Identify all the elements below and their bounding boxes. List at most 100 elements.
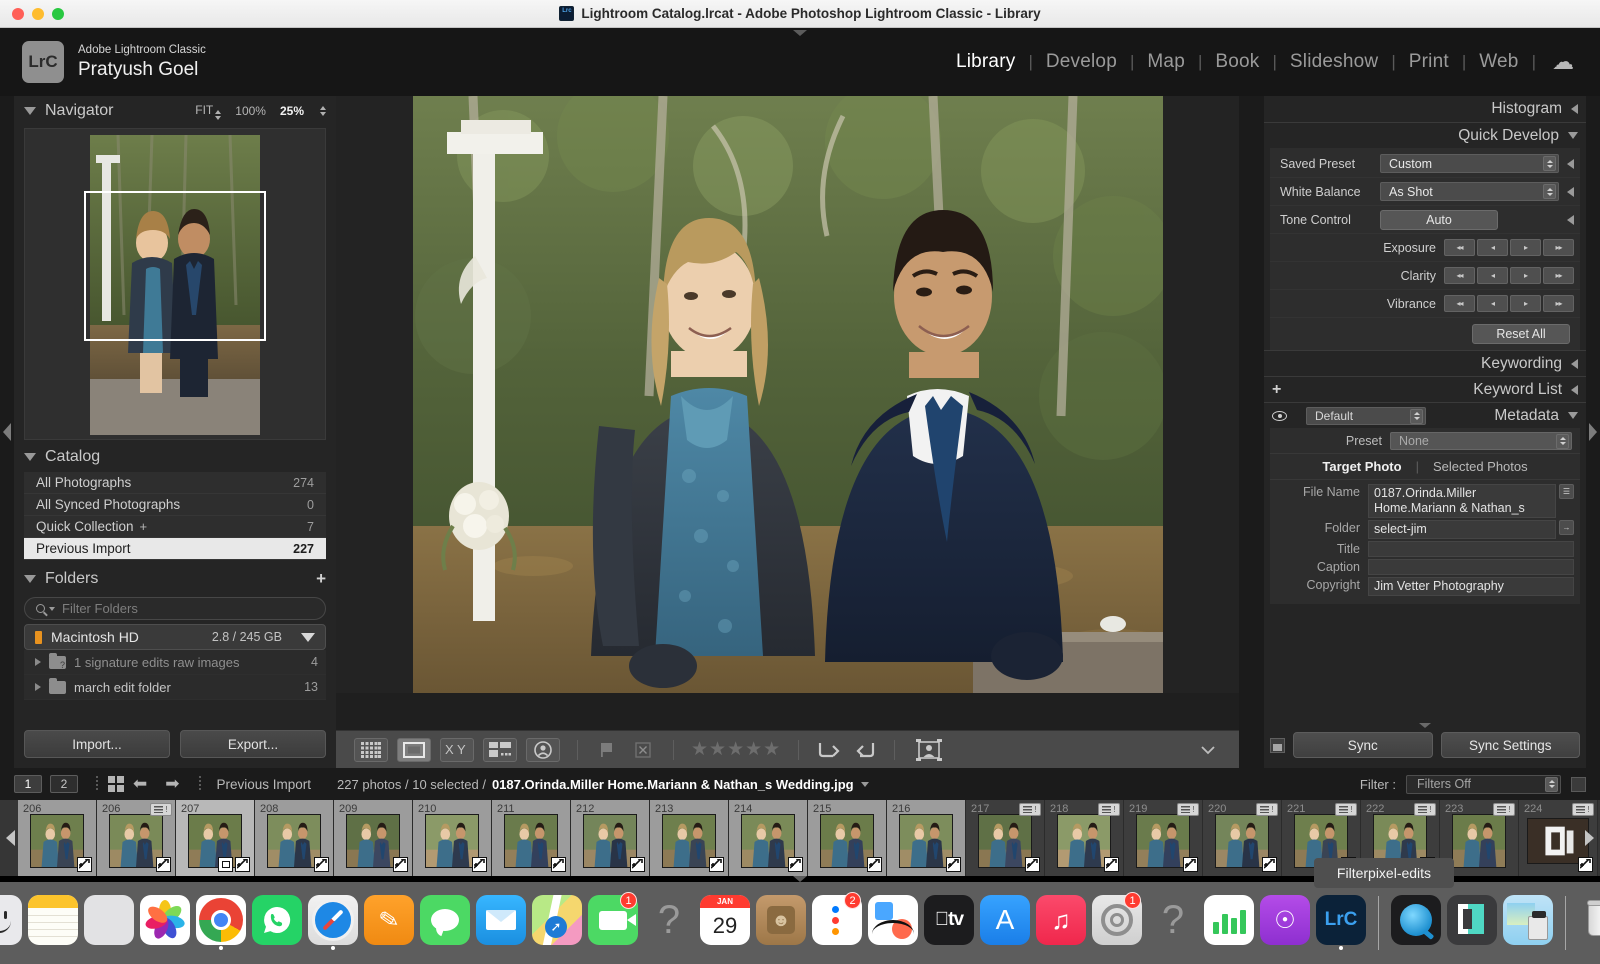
thumbnail-metadata-badge[interactable]: ! xyxy=(1019,803,1041,816)
sync-button[interactable]: Sync xyxy=(1293,732,1433,758)
module-library[interactable]: Library xyxy=(943,51,1028,73)
field-value[interactable] xyxy=(1368,541,1574,557)
add-keyword-icon[interactable]: + xyxy=(1272,381,1281,399)
toolbar-chevron-down-icon[interactable] xyxy=(1195,745,1221,755)
tab-selected-photos[interactable]: Selected Photos xyxy=(1433,459,1528,474)
forward-arrow-icon[interactable]: ➡ xyxy=(165,774,179,794)
dock-item-settings[interactable]: 1 xyxy=(1091,891,1143,955)
import-button[interactable]: Import... xyxy=(24,730,170,758)
expand-triangle-icon[interactable] xyxy=(35,683,41,691)
stepper-icon[interactable] xyxy=(1545,776,1558,792)
dock-item-maps[interactable]: ➚ xyxy=(531,891,583,955)
filmstrip-scroll-right-icon[interactable] xyxy=(1585,830,1594,846)
field-value[interactable] xyxy=(1368,559,1574,575)
dock-item-photos[interactable] xyxy=(139,891,191,955)
eye-icon[interactable] xyxy=(1272,410,1287,421)
exposure-decrease-large[interactable]: ◂◂ xyxy=(1444,239,1475,256)
collapse-triangle-icon[interactable] xyxy=(24,575,36,583)
right-panel-collapse-arrow[interactable] xyxy=(1589,423,1597,441)
vibrance-decrease-small[interactable]: ◂ xyxy=(1477,295,1508,312)
dock-item-contacts[interactable]: ☻ xyxy=(755,891,807,955)
vibrance-decrease-large[interactable]: ◂◂ xyxy=(1444,295,1475,312)
compare-view-icon[interactable]: XY xyxy=(440,737,474,762)
keywording-header[interactable]: Keywording xyxy=(1264,350,1586,376)
left-panel-collapse-arrow[interactable] xyxy=(3,423,11,441)
sync-settings-button[interactable]: Sync Settings xyxy=(1440,732,1580,758)
dock-item-filterpixel[interactable] xyxy=(1446,891,1498,955)
thumbnail-metadata-badge[interactable]: ! xyxy=(1414,803,1436,816)
dock-item-freeform[interactable] xyxy=(867,891,919,955)
catalog-item-previous-import[interactable]: Previous Import 227 xyxy=(24,538,326,560)
filmstrip-thumbnail[interactable]: 211 xyxy=(492,800,571,876)
dock-item-music[interactable]: ♫ xyxy=(1035,891,1087,955)
tab-target-photo[interactable]: Target Photo xyxy=(1322,459,1401,474)
quick-collection-plus-icon[interactable]: + xyxy=(140,519,148,534)
navigator-header[interactable]: Navigator FIT 100% 25% xyxy=(14,96,336,126)
clarity-decrease-large[interactable]: ◂◂ xyxy=(1444,267,1475,284)
screen-2-button[interactable]: 2 xyxy=(50,775,78,793)
identity-plate[interactable]: LrC Adobe Lightroom Classic Pratyush Goe… xyxy=(22,41,206,83)
collapse-triangle-icon[interactable] xyxy=(1571,358,1578,369)
survey-view-icon[interactable] xyxy=(483,737,517,762)
reset-arrow-icon[interactable] xyxy=(1567,214,1574,225)
thumbnail-metadata-badge[interactable]: ! xyxy=(150,803,172,816)
thumbnail-develop-badge[interactable] xyxy=(867,857,882,872)
thumbnail-metadata-badge[interactable]: ! xyxy=(1177,803,1199,816)
catalog-item-all-synced-photographs[interactable]: All Synced Photographs 0 xyxy=(24,494,326,516)
go-to-folder-icon[interactable]: → xyxy=(1559,520,1574,535)
dock-item-launchpad[interactable] xyxy=(83,891,135,955)
filmstrip-thumbnail[interactable]: 209 xyxy=(334,800,413,876)
exposure-increase-small[interactable]: ▸ xyxy=(1510,239,1541,256)
clarity-adjust-buttons[interactable]: ◂◂ ◂ ▸ ▸▸ xyxy=(1444,267,1574,284)
chevron-down-icon[interactable] xyxy=(49,606,55,611)
filmstrip-thumbnail[interactable]: 216 xyxy=(887,800,966,876)
people-view-icon[interactable] xyxy=(526,737,560,762)
thumbnail-metadata-badge[interactable]: ! xyxy=(1335,803,1357,816)
loupe-view-icon[interactable] xyxy=(397,737,431,762)
module-slideshow[interactable]: Slideshow xyxy=(1277,51,1391,73)
reset-arrow-icon[interactable] xyxy=(1567,158,1574,169)
reject-flag-icon[interactable] xyxy=(630,741,656,758)
metadata-preset-select[interactable]: None xyxy=(1390,431,1572,450)
filter-select[interactable]: Filters Off xyxy=(1406,774,1561,794)
reset-arrow-icon[interactable] xyxy=(1567,186,1574,197)
thumbnail-develop-badge[interactable] xyxy=(235,857,250,872)
navigator-zoom-controls[interactable]: FIT 100% 25% xyxy=(195,103,326,120)
dock-item-reminders[interactable]: 2 xyxy=(811,891,863,955)
filmstrip-thumbnail[interactable]: 218! xyxy=(1045,800,1124,876)
collapse-triangle-icon[interactable] xyxy=(1568,412,1578,419)
module-map[interactable]: Map xyxy=(1134,51,1198,73)
dock-item-notes[interactable] xyxy=(27,891,79,955)
dock-item-messages[interactable] xyxy=(419,891,471,955)
field-value[interactable]: 0187.Orinda.Miller Home.Mariann & Nathan… xyxy=(1368,484,1556,518)
grid-view-icon[interactable] xyxy=(354,737,388,762)
screen-1-button[interactable]: 1 xyxy=(14,775,42,793)
filmstrip-thumbnail[interactable]: 220! xyxy=(1203,800,1282,876)
right-panel-scroll-caret[interactable] xyxy=(1419,723,1431,728)
clarity-increase-small[interactable]: ▸ xyxy=(1510,267,1541,284)
vibrance-increase-large[interactable]: ▸▸ xyxy=(1543,295,1574,312)
filmstrip-thumbnail[interactable]: 212 xyxy=(571,800,650,876)
module-print[interactable]: Print xyxy=(1396,51,1462,73)
thumbnail-develop-badge[interactable] xyxy=(788,857,803,872)
dock-item-chrome[interactable] xyxy=(195,891,247,955)
field-value[interactable]: select-jim xyxy=(1368,520,1556,539)
filmstrip-thumbnail[interactable]: 217! xyxy=(966,800,1045,876)
filmstrip-thumbnail[interactable]: 206! xyxy=(97,800,176,876)
module-picker[interactable]: Library | Develop | Map | Book | Slidesh… xyxy=(943,49,1574,75)
go-to-file-icon[interactable]: ☰ xyxy=(1559,484,1574,499)
thumbnail-develop-badge[interactable] xyxy=(1578,857,1593,872)
thumbnail-develop-badge[interactable] xyxy=(393,857,408,872)
vibrance-increase-small[interactable]: ▸ xyxy=(1510,295,1541,312)
volume-macintosh-hd[interactable]: Macintosh HD 2.8 / 245 GB xyxy=(24,624,326,650)
metadata-header[interactable]: Default Metadata xyxy=(1264,402,1586,428)
exposure-increase-large[interactable]: ▸▸ xyxy=(1543,239,1574,256)
back-arrow-icon[interactable]: ⬅ xyxy=(133,774,147,794)
thumbnail-crop-badge[interactable] xyxy=(218,857,233,872)
macos-dock[interactable]: ✎ ➚ 1? JAN29☻ 2 tvA♫ 1? ☉LrC xyxy=(0,882,1600,964)
thumbnail-develop-badge[interactable] xyxy=(1262,857,1277,872)
dock-item-podcasts[interactable]: ☉ xyxy=(1259,891,1311,955)
catalog-header[interactable]: Catalog xyxy=(14,442,336,472)
collapse-triangle-icon[interactable] xyxy=(24,453,36,461)
dock-item-calendar[interactable]: JAN 29 xyxy=(699,891,751,955)
